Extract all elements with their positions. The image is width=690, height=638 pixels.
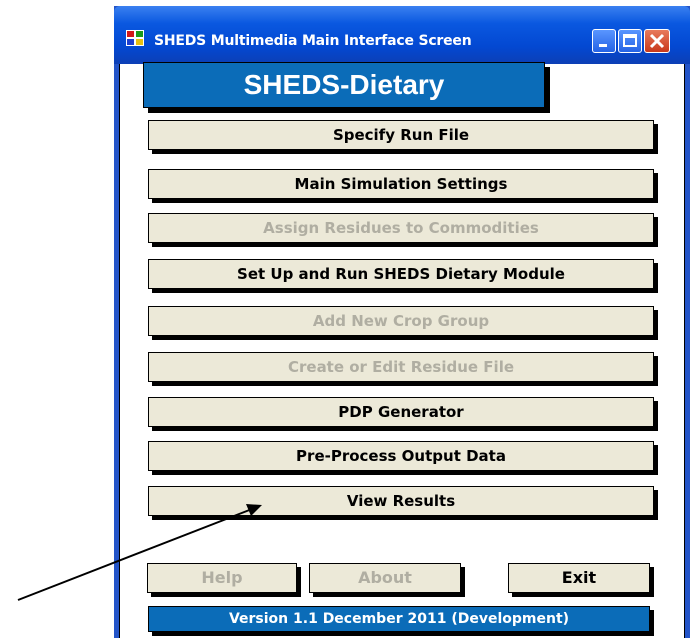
maximize-button[interactable]: [618, 29, 642, 53]
edit-residue-file-button: Create or Edit Residue File: [148, 352, 654, 382]
about-button: About: [309, 563, 461, 593]
app-banner: SHEDS-Dietary: [143, 62, 545, 108]
app-icon: [126, 30, 144, 46]
add-crop-group-button: Add New Crop Group: [148, 306, 654, 336]
title-bar[interactable]: SHEDS Multimedia Main Interface Screen: [114, 6, 690, 64]
maximize-icon: [623, 34, 637, 47]
minimize-button[interactable]: [592, 29, 616, 53]
assign-residues-button: Assign Residues to Commodities: [148, 213, 654, 243]
window-title: SHEDS Multimedia Main Interface Screen: [154, 33, 472, 49]
client-area: [119, 64, 685, 638]
pre-process-output-button[interactable]: Pre-Process Output Data: [148, 441, 654, 471]
minimize-icon: [599, 44, 607, 47]
help-button: Help: [147, 563, 297, 593]
main-simulation-settings-button[interactable]: Main Simulation Settings: [148, 169, 654, 199]
close-icon: [649, 33, 665, 49]
specify-run-file-button[interactable]: Specify Run File: [148, 120, 654, 150]
pdp-generator-button[interactable]: PDP Generator: [148, 397, 654, 427]
run-dietary-module-button[interactable]: Set Up and Run SHEDS Dietary Module: [148, 259, 654, 289]
exit-button[interactable]: Exit: [508, 563, 650, 593]
close-button[interactable]: [644, 29, 670, 53]
version-label: Version 1.1 December 2011 (Development): [148, 606, 650, 632]
view-results-button[interactable]: View Results: [148, 486, 654, 516]
